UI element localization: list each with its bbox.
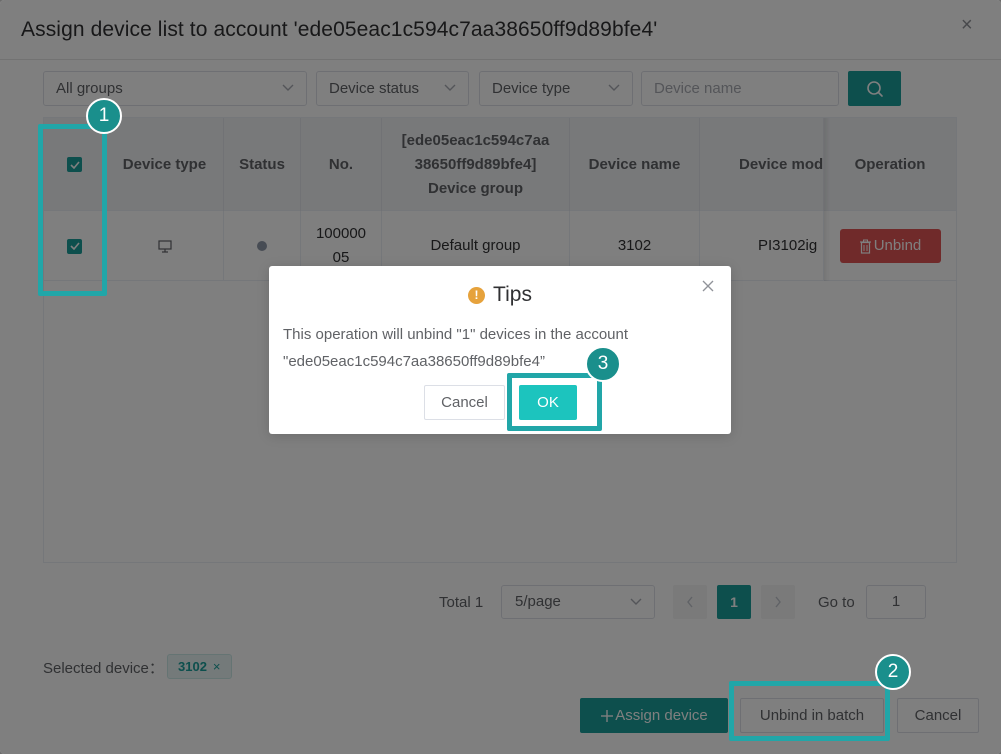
close-icon[interactable] — [702, 276, 714, 297]
tips-title: ! Tips — [269, 283, 731, 307]
step-3-badge: 3 — [585, 346, 621, 382]
step-3-highlight — [507, 373, 602, 431]
step-2-badge: 2 — [875, 654, 911, 690]
tips-message: This operation will unbind "1" devices i… — [283, 321, 723, 375]
tips-message-line1: This operation will unbind "1" devices i… — [283, 326, 629, 343]
tips-title-text: Tips — [493, 283, 532, 306]
tips-message-line2: "ede05eac1c594c7aa38650ff9d89bfe4” — [283, 353, 545, 370]
step-1-badge: 1 — [86, 98, 122, 134]
step-1-highlight — [38, 124, 107, 296]
step-2-highlight — [729, 681, 890, 741]
tips-dialog: ! Tips This operation will unbind "1" de… — [269, 266, 731, 434]
warning-icon: ! — [468, 286, 486, 304]
tips-cancel-button[interactable]: Cancel — [424, 385, 505, 420]
